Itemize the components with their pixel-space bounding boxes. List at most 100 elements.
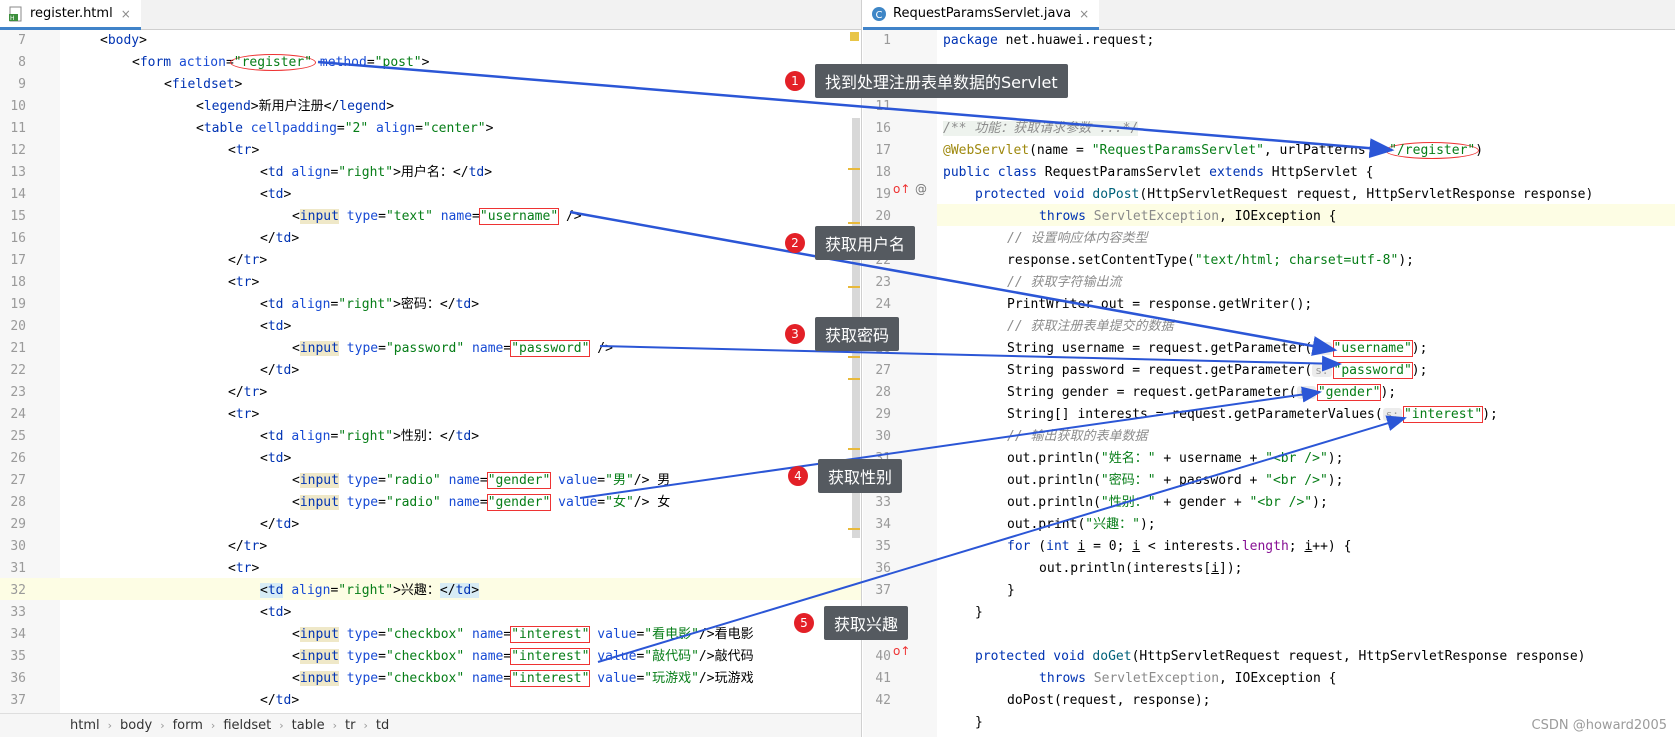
line-number: 31 bbox=[10, 561, 26, 576]
code-line: </tr> bbox=[228, 253, 268, 268]
code-line: </td> bbox=[260, 693, 300, 708]
code-line: // 获取注册表单提交的数据 bbox=[1007, 319, 1174, 334]
breadcrumb-item[interactable]: body bbox=[120, 718, 152, 733]
line-number: 36 bbox=[875, 561, 891, 576]
close-tab-icon[interactable]: × bbox=[121, 7, 131, 21]
line-number: 11 bbox=[875, 99, 891, 114]
code-line: } bbox=[975, 715, 983, 730]
line-number: 33 bbox=[10, 605, 26, 620]
line-number: 29 bbox=[875, 407, 891, 422]
line-number: 10 bbox=[10, 99, 26, 114]
code-line: </tr> bbox=[228, 385, 268, 400]
scroll-marker bbox=[848, 378, 860, 380]
line-number: 18 bbox=[10, 275, 26, 290]
code-line: out.println("性别：" + gender + "<br />"); bbox=[1007, 495, 1328, 510]
svg-text:H: H bbox=[10, 15, 15, 22]
interest-name-highlight: "interest" bbox=[510, 626, 591, 643]
tab-title: RequestParamsServlet.java bbox=[893, 6, 1072, 21]
breadcrumb-item[interactable]: tr bbox=[345, 718, 355, 733]
line-number: 1 bbox=[883, 33, 891, 48]
warning-indicator-icon bbox=[850, 32, 859, 41]
line-number: 26 bbox=[10, 451, 26, 466]
code-line: <td align="right">密码：</td> bbox=[260, 297, 480, 312]
code-line: <td> bbox=[260, 319, 292, 334]
override-icon[interactable]: o↑ bbox=[893, 644, 910, 658]
code-line: <legend>新用户注册</legend> bbox=[196, 99, 395, 114]
code-line: out.print("兴趣："); bbox=[1007, 517, 1156, 532]
tab-requestparamsservlet-java[interactable]: C RequestParamsServlet.java × bbox=[863, 0, 1100, 30]
code-line: } bbox=[1007, 583, 1015, 598]
code-line: </td> bbox=[260, 517, 300, 532]
line-number: 22 bbox=[10, 363, 26, 378]
code-line: } bbox=[975, 605, 983, 620]
java-editor-pane[interactable]: C RequestParamsServlet.java × 1101116171… bbox=[863, 0, 1675, 737]
left-tab-bar: H register.html × bbox=[0, 0, 861, 30]
line-number: 32 bbox=[10, 583, 26, 598]
code-line: <td align="right">性别：</td> bbox=[260, 429, 480, 444]
line-number: 34 bbox=[10, 627, 26, 642]
callout-find-servlet: 找到处理注册表单数据的Servlet bbox=[815, 64, 1068, 98]
line-number: 40 bbox=[875, 649, 891, 664]
line-number: 23 bbox=[10, 385, 26, 400]
code-line: String password = request.getParameter(s… bbox=[1007, 362, 1428, 379]
code-line: package net.huawei.request; bbox=[943, 33, 1155, 48]
code-line: <fieldset> bbox=[164, 77, 243, 92]
code-line: // 获取字符输出流 bbox=[1007, 275, 1122, 290]
code-line: <tr> bbox=[228, 407, 260, 422]
line-number: 28 bbox=[10, 495, 26, 510]
breadcrumb-item[interactable]: html bbox=[70, 718, 100, 733]
line-number: 17 bbox=[10, 253, 26, 268]
right-tab-bar: C RequestParamsServlet.java × bbox=[863, 0, 1675, 30]
line-number: 35 bbox=[875, 539, 891, 554]
step-badge: 1 bbox=[785, 71, 805, 91]
code-line: protected void doGet(HttpServletRequest … bbox=[975, 649, 1586, 664]
tab-title: register.html bbox=[30, 6, 113, 21]
line-number: 27 bbox=[875, 363, 891, 378]
close-tab-icon[interactable]: × bbox=[1079, 7, 1089, 21]
step-badge: 3 bbox=[785, 324, 805, 344]
tab-register-html[interactable]: H register.html × bbox=[0, 0, 141, 30]
override-icon[interactable]: o↑ bbox=[893, 182, 910, 196]
line-number: 8 bbox=[18, 55, 26, 70]
code-line: <form action="register" method="post"> bbox=[132, 54, 430, 71]
param-hint: s: bbox=[1312, 342, 1332, 355]
scroll-marker bbox=[848, 448, 860, 450]
form-action-highlight: "register" bbox=[229, 54, 317, 71]
interest-name-highlight: "interest" bbox=[510, 648, 591, 665]
line-number: 25 bbox=[10, 429, 26, 444]
code-line: out.println("姓名：" + username + "<br />")… bbox=[1007, 451, 1344, 466]
breadcrumb-item[interactable]: td bbox=[376, 718, 389, 733]
password-param-highlight: "password" bbox=[1332, 362, 1413, 379]
code-line: <tr> bbox=[228, 561, 260, 576]
line-number: 24 bbox=[10, 407, 26, 422]
line-number: 15 bbox=[10, 209, 26, 224]
code-line: doPost(request, response); bbox=[1007, 693, 1211, 708]
gender-name-highlight: "gender" bbox=[486, 472, 552, 489]
line-number: 19 bbox=[10, 297, 26, 312]
code-line: out.println(interests[i]); bbox=[1039, 561, 1243, 576]
url-pattern-highlight: "/register" bbox=[1385, 142, 1480, 159]
breadcrumb-item[interactable]: table bbox=[292, 718, 325, 733]
code-line: out.println("密码：" + password + "<br />")… bbox=[1007, 473, 1344, 488]
code-line: </td> bbox=[260, 363, 300, 378]
breadcrumb-item[interactable]: fieldset bbox=[223, 718, 271, 733]
line-number: 33 bbox=[875, 495, 891, 510]
code-line: // 输出获取的表单数据 bbox=[1007, 429, 1148, 444]
code-line: <td> bbox=[260, 605, 292, 620]
scroll-marker bbox=[848, 528, 860, 530]
step-badge: 4 bbox=[788, 466, 808, 486]
line-number: 18 bbox=[875, 165, 891, 180]
code-line: @WebServlet(name = "RequestParamsServlet… bbox=[943, 142, 1484, 159]
breadcrumb-item[interactable]: form bbox=[173, 718, 203, 733]
line-number: 19 bbox=[875, 187, 891, 202]
code-line: for (int i = 0; i < interests.length; i+… bbox=[1007, 539, 1352, 554]
line-number: 12 bbox=[10, 143, 26, 158]
code-line: <td align="right">用户名：</td> bbox=[260, 165, 493, 180]
callout-get-interest: 获取兴趣 bbox=[824, 606, 909, 640]
gender-param-highlight: "gender" bbox=[1316, 384, 1382, 401]
line-number: 20 bbox=[875, 209, 891, 224]
code-line: <td> bbox=[260, 451, 292, 466]
code-line: public class RequestParamsServlet extend… bbox=[943, 165, 1374, 180]
html-editor-pane[interactable]: H register.html × 7 8 9 10 11 12 13 14 15 16 17 18 1… bbox=[0, 0, 862, 737]
code-line: </td> bbox=[260, 231, 300, 246]
